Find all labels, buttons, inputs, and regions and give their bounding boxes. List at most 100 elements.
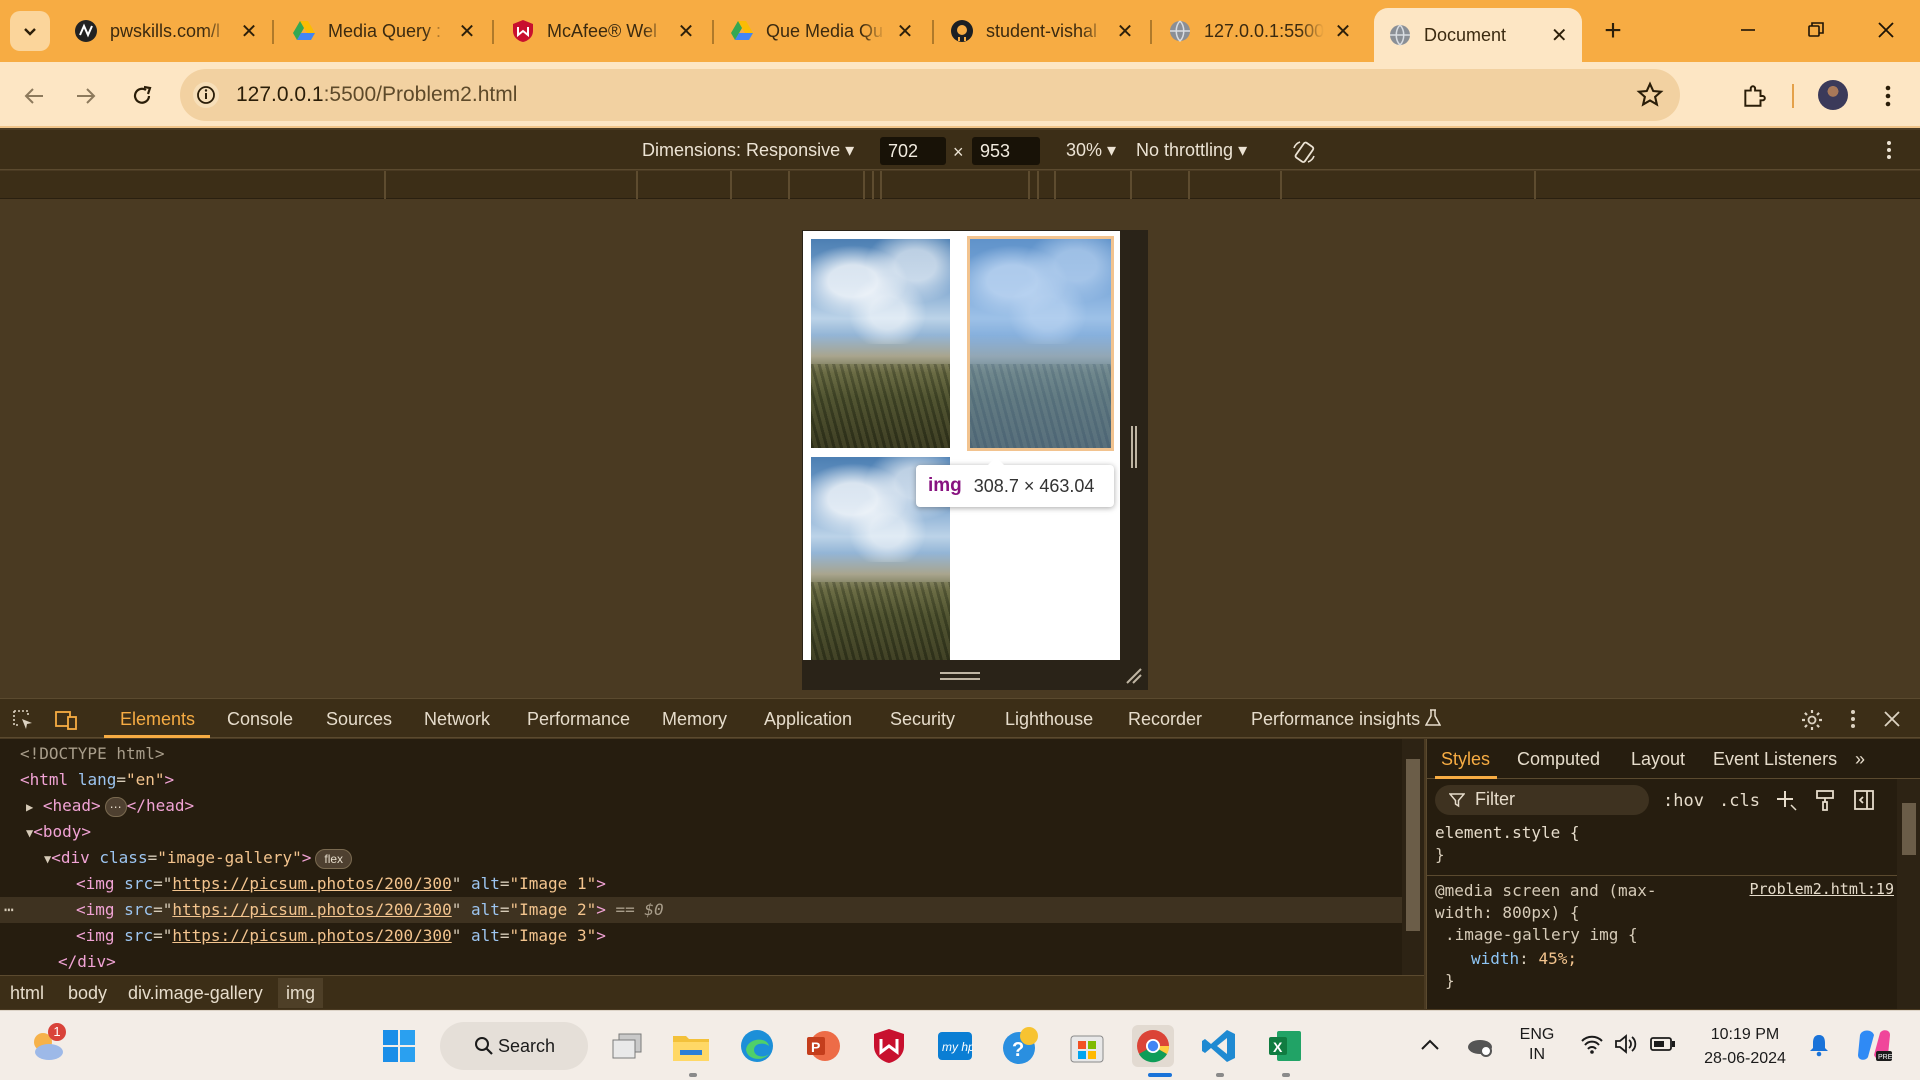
close-icon[interactable]: ✕ [1549,24,1570,47]
cls-toggle[interactable]: .cls [1719,791,1760,811]
browser-tab[interactable]: McAfee® Wel ✕ [497,10,709,52]
back-button[interactable] [16,78,52,114]
src-link[interactable]: https://picsum.photos/200/300 [172,900,451,919]
sidebar-toggle-icon[interactable] [1853,789,1875,811]
settings-gear-icon[interactable] [1800,708,1824,732]
volume-icon[interactable] [1614,1033,1638,1055]
tab-lighthouse[interactable]: Lighthouse [1005,709,1093,730]
rotate-icon[interactable] [1290,138,1318,166]
device-toolbar-menu-icon[interactable] [1886,140,1892,160]
vscode-button[interactable] [1198,1025,1240,1067]
browser-tab-active[interactable]: Document ✕ [1374,8,1582,62]
device-toggle-icon[interactable] [54,709,78,731]
microsoft-store-button[interactable] [1066,1025,1108,1067]
reload-button[interactable] [124,78,160,114]
copilot-icon[interactable]: PRE [1854,1025,1894,1065]
src-link[interactable]: https://picsum.photos/200/300 [172,874,451,893]
notification-bell-icon[interactable] [1808,1033,1830,1057]
flex-badge[interactable]: flex [315,848,353,869]
task-view-button[interactable] [606,1025,648,1067]
close-icon[interactable]: ✕ [1114,20,1136,43]
close-window-button[interactable] [1866,12,1906,48]
close-icon[interactable]: ✕ [894,20,916,43]
minimize-button[interactable] [1728,12,1768,48]
gallery-image[interactable] [811,239,950,448]
battery-icon[interactable] [1650,1035,1676,1053]
profile-avatar[interactable] [1818,80,1848,110]
chrome-button[interactable] [1132,1025,1174,1067]
devtools-menu-icon[interactable] [1850,709,1856,729]
browser-menu-button[interactable] [1870,78,1906,114]
resize-handle-right[interactable] [1131,426,1137,468]
excel-button[interactable]: X [1264,1025,1306,1067]
css-value[interactable]: 45%; [1538,949,1577,968]
chevron-up-icon[interactable] [1420,1037,1440,1051]
tab-security[interactable]: Security [890,709,955,730]
wifi-icon[interactable] [1580,1033,1604,1055]
language-indicator[interactable]: ENG IN [1514,1025,1560,1080]
browser-tab[interactable]: 127.0.0.1:5500 ✕ [1154,10,1366,52]
dom-line[interactable]: <html lang="en"> [0,767,1402,793]
tab-console[interactable]: Console [227,709,293,730]
breadcrumb-body[interactable]: body [68,983,107,1004]
mcafee-button[interactable] [868,1025,910,1067]
browser-tab[interactable]: Que Media Qu ✕ [716,10,928,52]
close-icon[interactable]: ✕ [675,20,697,43]
tab-network[interactable]: Network [424,709,490,730]
dom-line-selected[interactable]: ⋯ <img src="https://picsum.photos/200/300… [0,897,1402,923]
dom-line[interactable]: </div> [0,949,1402,975]
dom-line[interactable]: ▶ <head> ⋯ </head> [0,793,1402,819]
myhp-button[interactable]: my hp [934,1025,976,1067]
file-explorer-button[interactable] [670,1025,712,1067]
address-bar[interactable]: 127.0.0.1:5500/Problem2.html [180,69,1680,121]
src-link[interactable]: https://picsum.photos/200/300 [172,926,451,945]
browser-tab[interactable]: student-vishal ✕ [936,10,1148,52]
close-icon[interactable]: ✕ [238,20,260,43]
tab-elements[interactable]: Elements [120,709,195,730]
tab-sources[interactable]: Sources [326,709,392,730]
onedrive-cloud-icon[interactable] [1466,1031,1494,1057]
new-rule-plus-icon[interactable] [1775,789,1797,811]
viewport-width-input[interactable]: 702 [880,137,946,165]
new-tab-button[interactable]: + [1598,16,1628,46]
get-help-button[interactable]: ? [1000,1025,1042,1067]
hov-toggle[interactable]: :hov [1663,791,1704,811]
dom-line[interactable]: ▼<body> [0,819,1402,845]
paint-roller-icon[interactable] [1815,789,1835,811]
bookmark-star-icon[interactable] [1636,81,1664,109]
close-devtools-icon[interactable] [1884,711,1900,727]
close-icon[interactable]: ✕ [1332,20,1354,43]
css-declaration[interactable]: width: 45%; [1435,949,1577,968]
gutter-dots[interactable]: ⋯ [4,897,14,923]
clock[interactable]: 10:19 PM 28-06-2024 [1690,1023,1800,1080]
tab-computed[interactable]: Computed [1517,749,1600,770]
scrollbar-thumb[interactable] [1406,759,1420,931]
tab-memory[interactable]: Memory [662,709,727,730]
collapsed-ellipsis[interactable]: ⋯ [104,796,127,817]
edge-button[interactable] [736,1025,778,1067]
tab-performance[interactable]: Performance [527,709,630,730]
taskbar-search[interactable]: Search [440,1022,588,1070]
styles-scrollbar[interactable] [1897,779,1920,1009]
media-query-ruler[interactable] [0,171,1920,199]
close-icon[interactable]: ✕ [456,20,478,43]
source-file-link[interactable]: Problem2.html:19 [1750,880,1895,898]
css-property[interactable]: width [1471,949,1519,968]
more-tabs-icon[interactable]: » [1855,749,1865,770]
tab-performance-insights[interactable]: Performance insights [1251,709,1442,730]
tab-search-button[interactable] [10,11,50,51]
inspect-element-icon[interactable] [12,709,34,731]
tab-layout[interactable]: Layout [1631,749,1685,770]
dom-line[interactable]: ▼<div class="image-gallery"> flex [0,845,1402,871]
forward-button[interactable] [68,78,104,114]
extensions-button[interactable] [1736,78,1772,114]
viewport-height-input[interactable]: 953 [972,137,1040,165]
powerpoint-button[interactable]: P [802,1025,844,1067]
breadcrumb-html[interactable]: html [10,983,44,1004]
tab-recorder[interactable]: Recorder [1128,709,1202,730]
triangle-right-icon[interactable]: ▶ [26,800,33,814]
throttling-dropdown[interactable]: No throttling ▾ [1136,140,1247,161]
element-style-rule[interactable]: element.style { [1435,823,1580,842]
resize-handle-bottom[interactable] [940,672,980,680]
styles-filter-input[interactable]: Filter [1435,785,1649,815]
